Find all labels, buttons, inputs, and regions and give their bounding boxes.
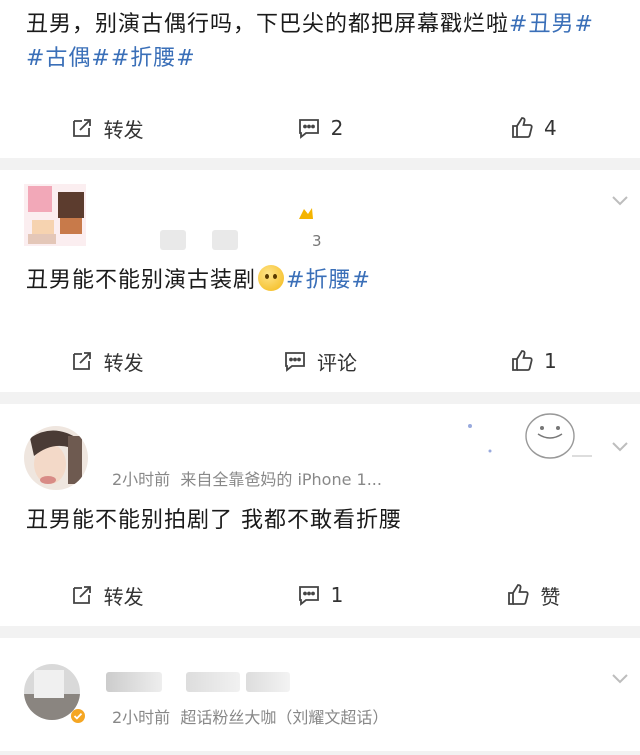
hashtag-link[interactable]: #古偶# — [26, 46, 111, 71]
comment-label: 评论 — [316, 350, 357, 375]
badge-icon — [299, 208, 313, 219]
post-card-1: 丑男，别演古偶行吗，下巴尖的都把屏幕戳烂啦#丑男# #古偶##折腰# 转发 2 … — [0, 0, 640, 158]
card-background-sticker-icon — [468, 413, 592, 459]
chevron-down-icon[interactable] — [610, 440, 630, 454]
repost-label: 转发 — [103, 117, 144, 142]
like-button[interactable]: 1 — [427, 349, 640, 373]
repost-button[interactable]: 转发 — [0, 581, 213, 610]
username-block — [186, 672, 240, 692]
repost-button[interactable]: 转发 — [0, 347, 213, 376]
comment-icon — [298, 119, 319, 139]
chevron-down-icon[interactable] — [610, 672, 630, 686]
post-meta: 2小时前 来自全靠爸妈的 iPhone 1... — [112, 470, 382, 489]
repost-icon — [72, 352, 91, 370]
thumbs-up-icon — [512, 350, 533, 371]
action-bar: 转发 2 4 — [0, 95, 640, 161]
action-bar: 转发 评论 1 — [0, 328, 640, 394]
post-content: 丑男，别演古偶行吗，下巴尖的都把屏幕戳烂啦#丑男# #古偶##折腰# — [0, 0, 640, 76]
hashtag-link[interactable]: #折腰# — [111, 46, 196, 71]
smile-emoji-icon — [258, 265, 285, 291]
repost-icon — [72, 119, 91, 137]
avatar-image — [24, 426, 88, 490]
repost-count: 3 — [312, 232, 322, 250]
avatar-image — [24, 184, 86, 246]
like-label: 赞 — [540, 584, 561, 609]
comment-icon — [298, 586, 319, 606]
comment-button[interactable]: 2 — [213, 116, 426, 140]
post-content: 丑男能不能别拍剧了 我都不敢看折腰 — [0, 504, 640, 538]
post-text: 丑男能不能别演古装剧 — [26, 268, 257, 293]
post-card-2: 3 丑男能不能别演古装剧 #折腰# 转发 评论 1 — [0, 170, 640, 392]
repost-label: 转发 — [103, 350, 144, 375]
post-content: 丑男能不能别演古装剧 #折腰# — [0, 264, 640, 298]
thumbs-up-icon — [508, 584, 529, 605]
post-text: 丑男能不能别拍剧了 我都不敢看折腰 — [26, 508, 402, 533]
avatar[interactable] — [24, 426, 88, 490]
post-card-3: 2小时前 来自全靠爸妈的 iPhone 1... 丑男能不能别拍剧了 我都不敢看… — [0, 404, 640, 626]
post-meta: 2小时前 超话粉丝大咖（刘耀文超话） — [112, 708, 389, 727]
repost-label: 转发 — [103, 584, 144, 609]
post-text: 丑男，别演古偶行吗，下巴尖的都把屏幕戳烂啦 — [26, 12, 510, 37]
hashtag-link[interactable]: #丑男# — [509, 12, 594, 37]
verified-badge-icon — [71, 709, 85, 723]
comment-count: 1 — [330, 583, 344, 607]
like-count: 4 — [543, 116, 557, 140]
comment-button[interactable]: 1 — [213, 583, 426, 607]
comment-icon — [285, 352, 305, 372]
comment-count: 2 — [330, 116, 344, 140]
like-button[interactable]: 赞 — [427, 581, 640, 610]
username-block — [246, 672, 290, 692]
chevron-down-icon[interactable] — [610, 194, 630, 208]
like-button[interactable]: 4 — [427, 116, 640, 140]
username[interactable] — [160, 230, 186, 250]
post-card-4: 2小时前 超话粉丝大咖（刘耀文超话） — [0, 638, 640, 751]
repost-button[interactable]: 转发 — [0, 114, 213, 143]
action-bar: 转发 1 赞 — [0, 562, 640, 628]
username-block — [212, 230, 238, 250]
like-count: 1 — [543, 349, 557, 373]
comment-button[interactable]: 评论 — [213, 347, 426, 376]
repost-icon — [72, 586, 91, 604]
avatar[interactable] — [24, 184, 86, 246]
username[interactable] — [106, 672, 162, 692]
hashtag-link[interactable]: #折腰# — [286, 268, 371, 293]
thumbs-up-icon — [512, 117, 533, 138]
